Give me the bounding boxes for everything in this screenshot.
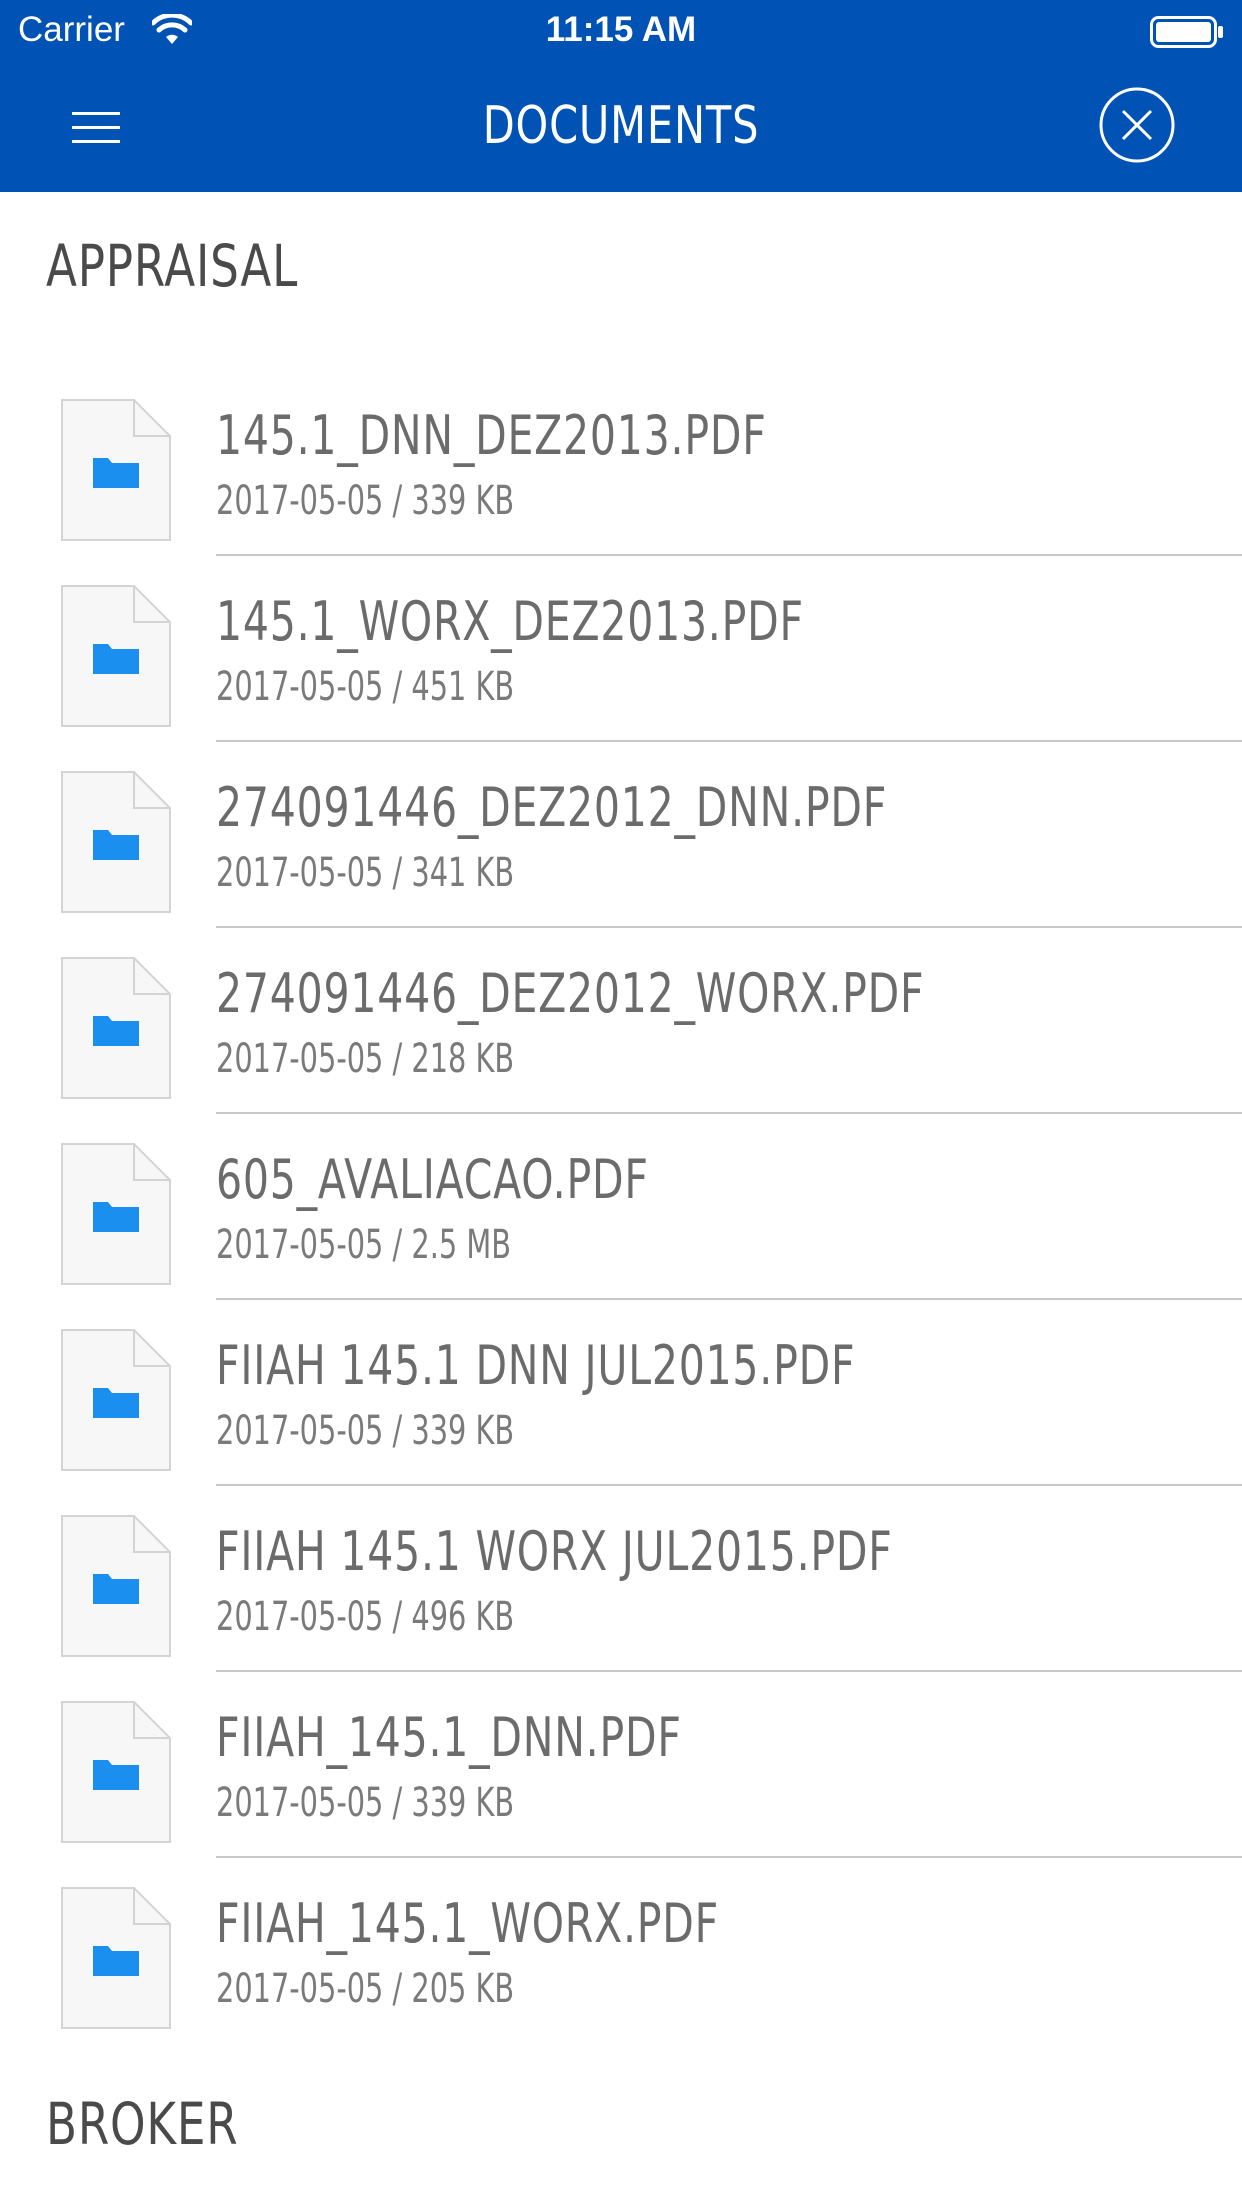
status-bar: Carrier 11:15 AM — [0, 0, 1242, 62]
file-meta: 2017-05-05 / 339 KB — [216, 1408, 515, 1454]
file-meta: 2017-05-05 / 451 KB — [216, 664, 515, 710]
list-item[interactable]: FIIAH 145.1 WORX JUL2015.PDF 2017-05-05 … — [0, 1486, 1242, 1672]
folder-document-icon — [61, 1515, 171, 1657]
list-item[interactable]: FIIAH_145.1_WORX.PDF 2017-05-05 / 205 KB — [0, 1858, 1242, 2044]
file-name: FIIAH 145.1 WORX JUL2015.PDF — [216, 1520, 893, 1583]
file-name: 145.1_WORX_DEZ2013.PDF — [216, 590, 804, 653]
list-item[interactable]: 145.1_WORX_DEZ2013.PDF 2017-05-05 / 451 … — [0, 556, 1242, 742]
section-title-broker: BROKER — [46, 2090, 239, 2158]
file-meta: 2017-05-05 / 496 KB — [216, 1594, 515, 1640]
list-item[interactable]: 274091446_DEZ2012_WORX.PDF 2017-05-05 / … — [0, 928, 1242, 1114]
folder-document-icon — [61, 957, 171, 1099]
file-name: 145.1_DNN_DEZ2013.PDF — [216, 404, 767, 467]
close-button[interactable] — [1098, 86, 1176, 164]
file-name: FIIAH_145.1_DNN.PDF — [216, 1706, 682, 1769]
file-name: 274091446_DEZ2012_DNN.PDF — [216, 776, 888, 839]
file-name: 605_AVALIACAO.PDF — [216, 1148, 649, 1211]
list-item[interactable]: 145.1_DNN_DEZ2013.PDF 2017-05-05 / 339 K… — [0, 370, 1242, 556]
folder-document-icon — [61, 771, 171, 913]
nav-bar: DOCUMENTS — [0, 62, 1242, 192]
page-title: DOCUMENTS — [482, 96, 760, 156]
list-item[interactable]: FIIAH_145.1_DNN.PDF 2017-05-05 / 339 KB — [0, 1672, 1242, 1858]
folder-document-icon — [61, 1329, 171, 1471]
folder-document-icon — [61, 1701, 171, 1843]
hamburger-menu-icon — [72, 126, 120, 129]
folder-document-icon — [61, 585, 171, 727]
file-meta: 2017-05-05 / 341 KB — [216, 850, 515, 896]
list-item[interactable]: 605_AVALIACAO.PDF 2017-05-05 / 2.5 MB — [0, 1114, 1242, 1300]
file-meta: 2017-05-05 / 205 KB — [216, 1966, 515, 2012]
file-name: FIIAH 145.1 DNN JUL2015.PDF — [216, 1334, 856, 1397]
file-meta: 2017-05-05 / 2.5 MB — [216, 1222, 511, 1268]
folder-document-icon — [61, 399, 171, 541]
top-bar: Carrier 11:15 AM DOCUMENTS — [0, 0, 1242, 192]
file-name: 274091446_DEZ2012_WORX.PDF — [216, 962, 925, 1025]
hamburger-menu-icon — [72, 140, 120, 143]
file-meta: 2017-05-05 / 339 KB — [216, 478, 515, 524]
folder-document-icon — [61, 1887, 171, 2029]
list-item[interactable]: 274091446_DEZ2012_DNN.PDF 2017-05-05 / 3… — [0, 742, 1242, 928]
file-name: FIIAH_145.1_WORX.PDF — [216, 1892, 720, 1955]
file-meta: 2017-05-05 / 339 KB — [216, 1780, 515, 1826]
hamburger-menu-icon — [72, 112, 120, 115]
file-meta: 2017-05-05 / 218 KB — [216, 1036, 515, 1082]
folder-document-icon — [61, 1143, 171, 1285]
close-circle-icon — [1099, 87, 1175, 163]
battery-icon — [1150, 16, 1223, 48]
section-title-appraisal: APPRAISAL — [46, 232, 299, 300]
status-time: 11:15 AM — [545, 10, 697, 49]
list-item[interactable]: FIIAH 145.1 DNN JUL2015.PDF 2017-05-05 /… — [0, 1300, 1242, 1486]
